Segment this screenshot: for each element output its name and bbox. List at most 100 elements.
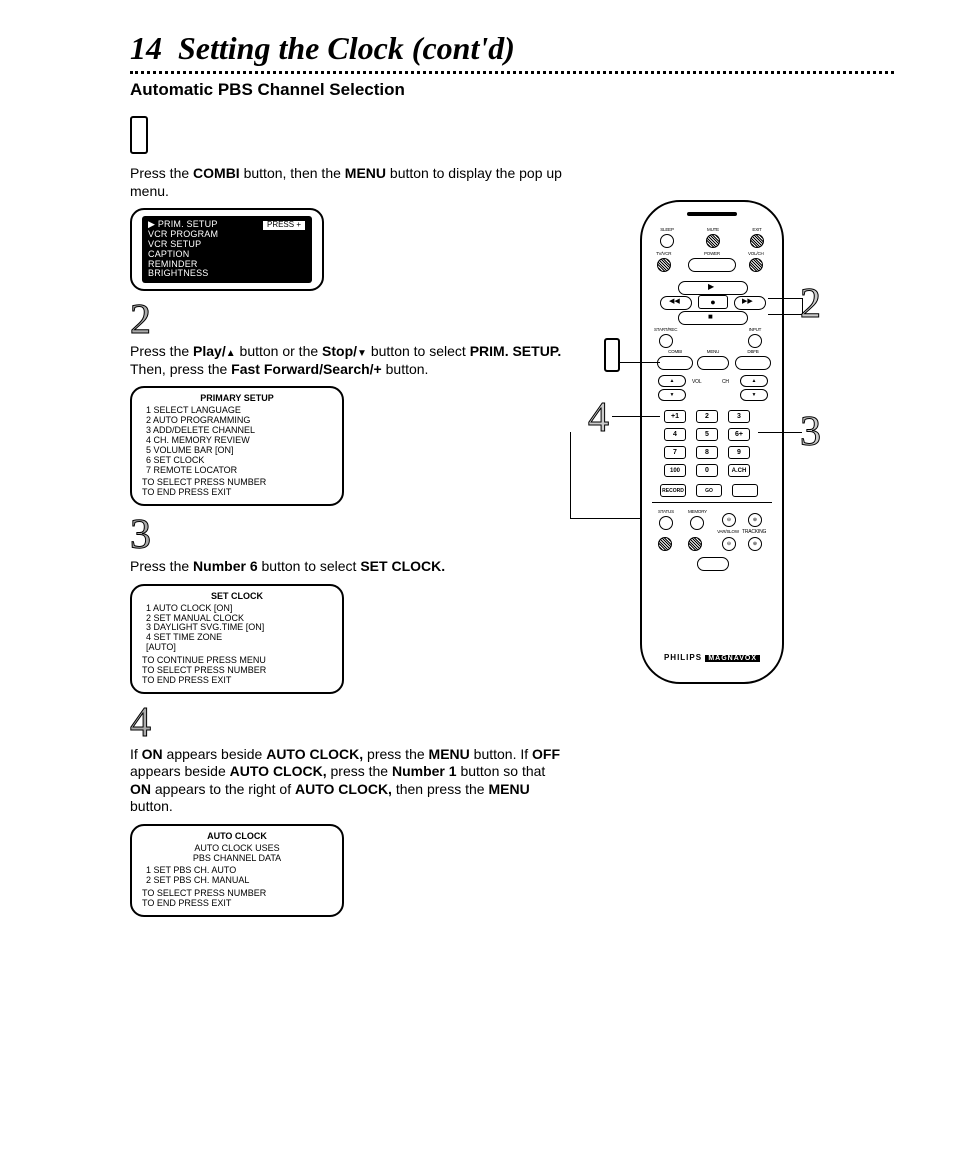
mute-button[interactable]: MUTE: [706, 228, 720, 248]
triangle-down-icon: [357, 343, 367, 359]
track-plus[interactable]: ⊕: [748, 536, 762, 551]
t: button.: [130, 798, 173, 814]
num-8[interactable]: 8: [696, 446, 718, 459]
fwd-button[interactable]: ⊕: [748, 512, 762, 527]
callout-2-line: [768, 298, 802, 299]
rev-button[interactable]: ⊖: [722, 512, 736, 527]
divider-dots: [130, 71, 894, 74]
screen-auto-clock: AUTO CLOCK AUTO CLOCK USES PBS CHANNEL D…: [130, 824, 344, 917]
ch-down[interactable]: ▼: [740, 388, 768, 401]
exit-button[interactable]: EXIT: [750, 228, 764, 248]
dbfb-button[interactable]: DBFB: [734, 350, 772, 370]
b: PRIM. SETUP.: [470, 343, 562, 359]
brand-text: PHILIPS: [664, 653, 702, 662]
stop-button[interactable]: ●: [698, 295, 728, 309]
s4-i: 2 SET PBS CH. MANUAL: [142, 876, 332, 886]
vol-label: VOL: [692, 380, 701, 385]
bottom-btn-row: RECORD GO: [660, 484, 758, 497]
stop-down-button[interactable]: [678, 311, 748, 325]
s2-f2: TO END PRESS EXIT: [142, 488, 332, 498]
b: ON: [142, 746, 163, 762]
s2-i: 7 REMOTE LOCATOR: [142, 466, 332, 476]
callout-1: [604, 338, 620, 372]
num-100[interactable]: 100: [664, 464, 686, 477]
callout-4-line: [612, 416, 660, 417]
menu-button[interactable]: MENU: [696, 350, 730, 370]
lbl: MENU: [707, 349, 719, 354]
b: Number 1: [392, 763, 457, 779]
t: If: [130, 746, 142, 762]
b: MENU: [488, 781, 529, 797]
callout-2: 2: [800, 280, 821, 328]
tracking-label: TRACKING: [742, 530, 766, 535]
b: AUTO CLOCK,: [230, 763, 327, 779]
s2-header: PRIMARY SETUP: [142, 394, 332, 404]
lbl: MEMORY: [688, 509, 707, 514]
b: Fast Forward/Search/+: [231, 361, 382, 377]
brand-box: MAGNAVOX: [705, 655, 760, 662]
num-ach[interactable]: A.CH: [728, 464, 750, 477]
num-5[interactable]: 5: [696, 428, 718, 441]
rew-icon: ◀◀: [669, 297, 680, 305]
b: OFF: [532, 746, 560, 762]
num-2[interactable]: 2: [696, 410, 718, 423]
record-button[interactable]: RECORD: [660, 484, 686, 497]
ch-up[interactable]: ▲: [740, 374, 768, 387]
num-1[interactable]: +1: [664, 410, 686, 423]
s3-i: [AUTO]: [142, 643, 332, 653]
t: then press the: [392, 781, 489, 797]
b: AUTO CLOCK,: [266, 746, 363, 762]
ff-icon: ▶▶: [742, 297, 753, 305]
b: SET CLOCK.: [360, 558, 445, 574]
startrec-button[interactable]: START/REC: [654, 328, 677, 348]
s4-f2: TO END PRESS EXIT: [142, 899, 332, 909]
go-button[interactable]: GO: [696, 484, 722, 497]
num-0[interactable]: 0: [696, 464, 718, 477]
rew2-button[interactable]: [658, 536, 672, 551]
tvvcr-button[interactable]: TV/VCR: [656, 252, 671, 272]
numpad-row1: +1 2 3: [664, 410, 750, 423]
t: Then, press the: [130, 361, 231, 377]
combi-button[interactable]: COMBI: [656, 350, 694, 370]
num-6[interactable]: 6+: [728, 428, 750, 441]
s4-sub2: PBS CHANNEL DATA: [142, 854, 332, 864]
b: Number 6: [193, 558, 258, 574]
screen-set-clock: SET CLOCK 1 AUTO CLOCK [ON] 2 SET MANUAL…: [130, 584, 344, 694]
remote-brand: PHILIPS MAGNAVOX: [642, 653, 782, 662]
b: Play/: [193, 343, 236, 359]
step-1-numeral: [130, 116, 148, 154]
remote-diagram: SLEEP MUTE EXIT TV/VCR POWER VOL/CH ▶ ◀◀…: [640, 200, 784, 684]
t: press the: [363, 746, 428, 762]
b: Stop/: [322, 343, 367, 359]
num-7[interactable]: 7: [664, 446, 686, 459]
t: Play/: [193, 343, 226, 359]
t: button so that: [457, 763, 546, 779]
status-button[interactable]: STATUS: [658, 510, 674, 530]
page-number: 14: [130, 30, 162, 66]
memory-button[interactable]: MEMORY: [688, 510, 707, 530]
stop-eject-button[interactable]: [696, 556, 730, 571]
lbl: VOL/CH: [748, 251, 764, 256]
power-button[interactable]: POWER: [687, 252, 737, 272]
ff2-button[interactable]: [688, 536, 702, 551]
volch-button[interactable]: VOL/CH: [748, 252, 764, 272]
num-4[interactable]: 4: [664, 428, 686, 441]
t: button. If: [470, 746, 532, 762]
track-minus[interactable]: ⊖: [722, 536, 736, 551]
callout-bottom-linev: [570, 432, 571, 518]
vol-up[interactable]: ▲: [658, 374, 686, 387]
btn-c[interactable]: [732, 484, 758, 497]
sleep-button[interactable]: SLEEP: [660, 228, 674, 248]
t: button or the: [236, 343, 322, 359]
s4-header: AUTO CLOCK: [142, 832, 332, 842]
tv-screen-black: PRESS + ▶ PRIM. SETUP VCR PROGRAM VCR SE…: [142, 216, 312, 283]
callout-3-line: [758, 432, 802, 433]
input-button[interactable]: INPUT: [748, 328, 762, 348]
vol-down[interactable]: ▼: [658, 388, 686, 401]
varslow-label: VAR/SLOW: [714, 530, 742, 535]
num-9[interactable]: 9: [728, 446, 750, 459]
num-3[interactable]: 3: [728, 410, 750, 423]
page-title: 14 Setting the Clock (cont'd): [130, 30, 894, 67]
lbl: DBFB: [747, 349, 758, 354]
lbl: STATUS: [658, 509, 674, 514]
